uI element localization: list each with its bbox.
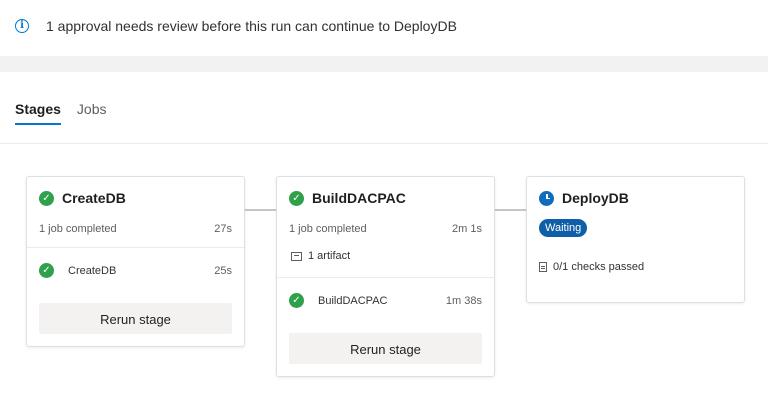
banner-message: 1 approval needs review before this run …: [46, 18, 457, 34]
job-duration: 25s: [214, 264, 232, 277]
tab-jobs[interactable]: Jobs: [77, 101, 107, 117]
stage-title: ✓ CreateDB: [39, 190, 126, 206]
card-separator: [27, 247, 244, 248]
job-duration: 1m 38s: [445, 294, 482, 307]
checklist-icon: [539, 262, 547, 272]
stage-summary: 1 job completed 27s: [39, 223, 232, 235]
stage-card-builddacpac[interactable]: ✓ BuildDACPAC 1 job completed 2m 1s 1 ar…: [276, 176, 495, 377]
checks-status[interactable]: 0/1 checks passed: [539, 261, 644, 273]
checks-text: 0/1 checks passed: [553, 261, 645, 273]
artifact-count: 1 artifact: [308, 250, 351, 262]
artifact-link[interactable]: 1 artifact: [291, 250, 350, 262]
job-name: BuildDACPAC: [318, 294, 388, 307]
stage-title: DeployDB: [539, 190, 629, 206]
success-check-icon: ✓: [39, 190, 54, 206]
clock-icon: [539, 190, 554, 206]
stage-summary-text: 1 job completed: [289, 223, 367, 235]
stage-name: BuildDACPAC: [312, 190, 406, 206]
stage-card-createdb[interactable]: ✓ CreateDB 1 job completed 27s ✓ CreateD…: [26, 176, 245, 347]
stage-name: DeployDB: [562, 190, 629, 206]
success-check-icon: ✓: [39, 263, 54, 278]
tab-bar: Stages Jobs: [15, 101, 107, 125]
job-row[interactable]: ✓ CreateDB 25s: [39, 263, 232, 278]
job-row[interactable]: ✓ BuildDACPAC 1m 38s: [289, 293, 482, 308]
success-check-icon: ✓: [289, 190, 304, 206]
stage-card-deploydb[interactable]: DeployDB Waiting 0/1 checks passed: [526, 176, 745, 303]
stage-title: ✓ BuildDACPAC: [289, 190, 406, 206]
rerun-stage-button[interactable]: Rerun stage: [289, 333, 482, 364]
stage-duration: 2m 1s: [452, 223, 482, 235]
stage-name: CreateDB: [62, 190, 126, 206]
tab-stages[interactable]: Stages: [15, 101, 61, 125]
stage-connector: [245, 209, 276, 211]
job-name: CreateDB: [68, 264, 117, 277]
section-gap: [0, 56, 768, 72]
stage-summary: 1 job completed 2m 1s: [289, 223, 482, 235]
success-check-icon: ✓: [289, 293, 304, 308]
tab-divider: [0, 143, 768, 144]
stage-connector: [495, 209, 526, 211]
info-icon: i: [15, 19, 29, 33]
approval-banner: i 1 approval needs review before this ru…: [0, 0, 768, 56]
card-separator: [277, 277, 494, 278]
rerun-stage-button[interactable]: Rerun stage: [39, 303, 232, 334]
stages-panel: Stages Jobs ✓ CreateDB 1 job completed 2…: [0, 72, 768, 397]
stage-summary-text: 1 job completed: [39, 223, 117, 235]
artifact-icon: [291, 251, 302, 261]
stage-duration: 27s: [214, 223, 232, 235]
status-badge: Waiting: [539, 219, 588, 237]
